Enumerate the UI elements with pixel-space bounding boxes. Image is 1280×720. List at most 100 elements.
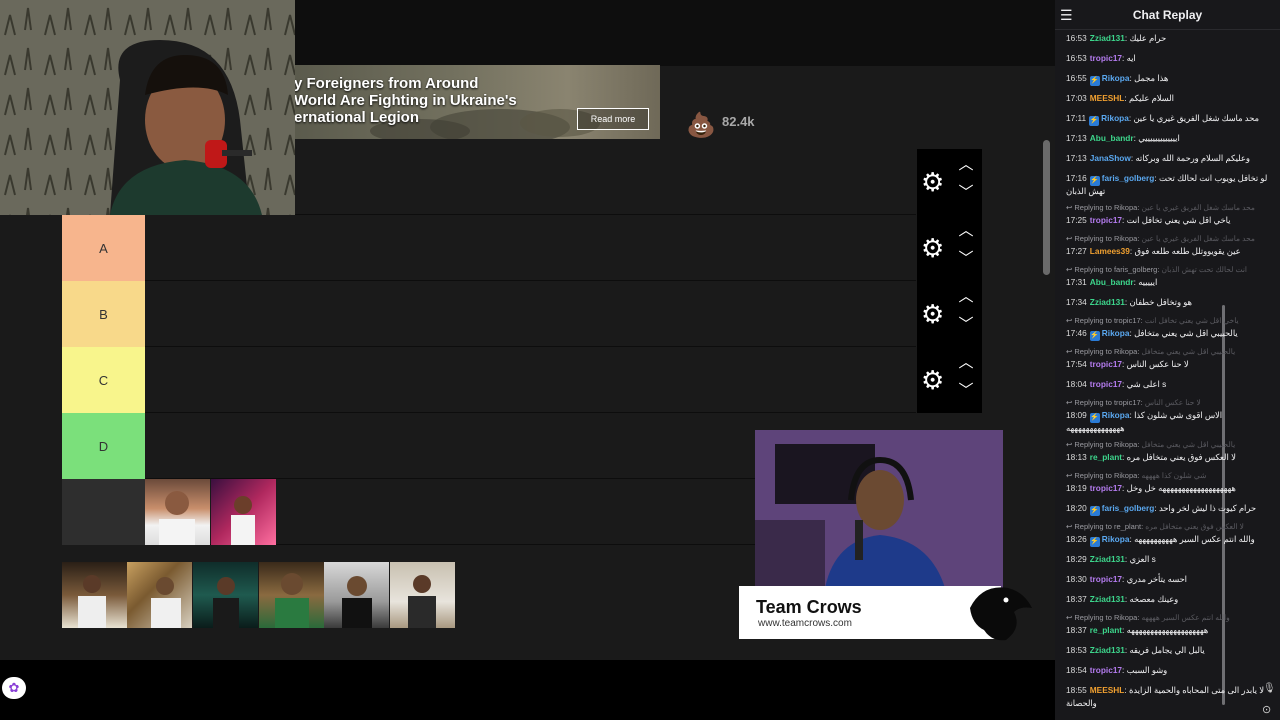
message-username[interactable]: Zziad131	[1090, 594, 1125, 604]
message-username[interactable]: tropic17	[1090, 665, 1122, 675]
poop-emoji-icon[interactable]: 💩	[686, 111, 716, 140]
pool-item-photo[interactable]	[127, 562, 192, 628]
message-username[interactable]: Zziad131	[1090, 645, 1125, 655]
pool-item-photo[interactable]	[324, 562, 389, 628]
message-username[interactable]: tropic17	[1090, 215, 1122, 225]
message-username[interactable]: Rikopa	[1102, 328, 1130, 338]
message-text: : لو تخافل يويوب انت لحالك تحت	[1154, 173, 1268, 183]
message-username[interactable]: Rikopa	[1101, 113, 1129, 123]
chat-message[interactable]: 18:20 ⚡ faris_golberg: حرام كيوت ذا ليش لخ…	[1066, 502, 1266, 516]
message-username[interactable]: Rikopa	[1102, 73, 1130, 83]
chat-message[interactable]: 18:13 re_plant: لا العكس فوق يعني متخافل …	[1066, 451, 1266, 463]
tier-item-photo[interactable]	[211, 479, 276, 545]
chevron-down-icon[interactable]: ﹀	[957, 313, 975, 335]
message-username[interactable]: Zziad131	[1090, 33, 1125, 43]
message-username[interactable]: Abu_bandr	[1090, 277, 1134, 287]
chat-message[interactable]: 18:37 re_plant: ههههههههههههههههههههه	[1066, 624, 1266, 636]
gear-icon[interactable]: ⚙	[921, 300, 944, 328]
chat-message[interactable]: 18:09 ⚡ Rikopa: الاس اقوى شي شلون كذا	[1066, 409, 1266, 423]
chat-message[interactable]: 17:03 MEESHL: السلام عليكم	[1066, 92, 1266, 104]
message-username[interactable]: JanaShow	[1090, 153, 1131, 163]
tier-label-a[interactable]: A	[62, 215, 145, 281]
chat-message-continuation: تهش الذبان	[1066, 186, 1106, 196]
message-username[interactable]: tropic17	[1090, 483, 1122, 493]
message-text: : ههههههههههههههههههههه	[1122, 625, 1209, 635]
reply-quote: محد ماسك شغل الفريق غيري يا عين	[1141, 203, 1255, 212]
message-username[interactable]: re_plant	[1090, 625, 1122, 635]
ad-headline-line-2: World Are Fighting in Ukraine's	[294, 92, 517, 109]
tier-item-photo[interactable]	[145, 479, 210, 545]
chat-message[interactable]: 17:34 Zziad131: هو وتخافل خطفان	[1066, 296, 1266, 308]
chevron-down-icon[interactable]: ﹀	[957, 379, 975, 401]
chat-message[interactable]: 18:04 tropic17: اعلى شي s	[1066, 378, 1266, 390]
chat-message[interactable]: 16:55 ⚡ Rikopa: هذا مجمل	[1066, 72, 1266, 86]
message-username[interactable]: MEESHL	[1090, 685, 1125, 695]
gear-icon[interactable]: ⚙	[921, 168, 944, 196]
message-username[interactable]: faris_golberg	[1102, 503, 1155, 513]
chat-message[interactable]: 18:30 tropic17: احسه يتأخر مدري	[1066, 573, 1266, 585]
message-text: : والله انتم عكس السير ههههههههههه	[1129, 534, 1255, 544]
chat-message[interactable]: 16:53 tropic17: ايه	[1066, 52, 1266, 64]
chevron-up-icon[interactable]: ︿	[957, 285, 975, 307]
chat-message-continuation: والحصانة	[1066, 698, 1097, 708]
message-timestamp: 18:04	[1066, 379, 1087, 389]
message-timestamp: 17:13	[1066, 153, 1087, 163]
chat-message[interactable]: 17:27 Lamees39: عين يقويووتلل طلعه طلعه ف…	[1066, 245, 1266, 257]
chat-message[interactable]: 17:46 ⚡ Rikopa: يالحبيبي اقل شي يعني متخاف…	[1066, 327, 1266, 341]
tier-label-c[interactable]: C	[62, 347, 145, 413]
chat-message[interactable]: 17:31 Abu_bandr: ايييييه	[1066, 276, 1266, 288]
chat-message[interactable]: 18:26 ⚡ Rikopa: والله انتم عكس السير ههههه…	[1066, 533, 1266, 547]
tier-label-b[interactable]: B	[62, 281, 145, 347]
chat-message[interactable]: 17:25 tropic17: ياخي اقل شي يعني تخافل ان…	[1066, 214, 1266, 226]
page-scrollbar[interactable]	[1043, 140, 1050, 275]
message-username[interactable]: Rikopa	[1102, 534, 1130, 544]
reply-quote: يالحبيبي اقل شي يعني متخافل	[1141, 347, 1236, 356]
chat-message[interactable]: 18:55 MEESHL: لا يابدر الى متى المحاباه و…	[1066, 684, 1266, 696]
unranked-pool	[62, 562, 457, 629]
chevron-down-icon[interactable]: ﹀	[957, 181, 975, 203]
chat-message[interactable]: 17:13 JanaShow: وعليكم السلام ورحمة الله …	[1066, 152, 1266, 164]
chat-message[interactable]: 18:19 tropic17: هههههههههههههههههههه خل و…	[1066, 482, 1266, 494]
gear-icon[interactable]: ⚙	[921, 366, 944, 394]
chevron-down-icon[interactable]: ﹀	[957, 247, 975, 269]
message-username[interactable]: Rikopa	[1102, 410, 1130, 420]
chat-message[interactable]: 16:53 Zziad131: حرام عليك	[1066, 32, 1266, 44]
gear-icon[interactable]: ⚙	[921, 234, 944, 262]
message-username[interactable]: Zziad131	[1090, 554, 1125, 564]
chat-message[interactable]: 18:29 Zziad131: العزي s	[1066, 553, 1266, 565]
pool-item-photo[interactable]	[193, 562, 258, 628]
chat-message-continuation: ههههههههههههههه	[1066, 423, 1125, 433]
pool-item-photo[interactable]	[259, 562, 324, 628]
message-username[interactable]: Lamees39	[1090, 246, 1130, 256]
message-username[interactable]: tropic17	[1090, 574, 1122, 584]
extension-icon[interactable]: ✿	[2, 677, 26, 699]
message-username[interactable]: re_plant	[1090, 452, 1122, 462]
ad-banner[interactable]: y Foreigners from Around World Are Fight…	[290, 65, 660, 139]
message-username[interactable]: tropic17	[1090, 359, 1122, 369]
ad-read-more-button[interactable]: Read more	[577, 108, 649, 130]
chevron-up-icon[interactable]: ︿	[957, 351, 975, 373]
chevron-up-icon[interactable]: ︿	[957, 153, 975, 175]
message-username[interactable]: tropic17	[1090, 379, 1122, 389]
chat-message[interactable]: 17:54 tropic17: لا حنا عكس الناس	[1066, 358, 1266, 370]
tier-label-e[interactable]	[62, 479, 145, 545]
message-username[interactable]: MEESHL	[1090, 93, 1125, 103]
chevron-up-icon[interactable]: ︿	[957, 219, 975, 241]
chat-message[interactable]: 17:13 Abu_bandr: ايييييييييييييي	[1066, 132, 1266, 144]
scroll-icon[interactable]: ⊙	[1262, 703, 1271, 716]
chat-message[interactable]: 18:54 tropic17: وشو السبب	[1066, 664, 1266, 676]
pool-item-photo[interactable]	[62, 562, 127, 628]
chat-message[interactable]: 18:37 Zziad131: وعينك معصخه	[1066, 593, 1266, 605]
tier-label-d[interactable]: D	[62, 413, 145, 479]
chat-reply-context: ↩ Replying to Rikopa: شي شلون كذا ههههه	[1066, 471, 1266, 481]
message-username[interactable]: tropic17	[1090, 53, 1122, 63]
chat-message[interactable]: 17:16 ⚡ faris_golberg: لو تخافل يويوب انت …	[1066, 172, 1268, 186]
chat-reply-context: ↩ Replying to Rikopa: يالحبيبي اقل شي يع…	[1066, 347, 1266, 357]
microphone-icon[interactable]: 🎙	[1263, 683, 1276, 694]
message-username[interactable]: Abu_bandr	[1090, 133, 1134, 143]
pool-item-photo[interactable]	[390, 562, 455, 628]
chat-message[interactable]: 17:11 ⚡ Rikopa: محد ماسك شغل الفريق غيري ي…	[1066, 112, 1266, 126]
message-username[interactable]: faris_golberg	[1102, 173, 1155, 183]
message-username[interactable]: Zziad131	[1090, 297, 1125, 307]
chat-message[interactable]: 18:53 Zziad131: يالبل الي يجامل فريقه	[1066, 644, 1266, 656]
